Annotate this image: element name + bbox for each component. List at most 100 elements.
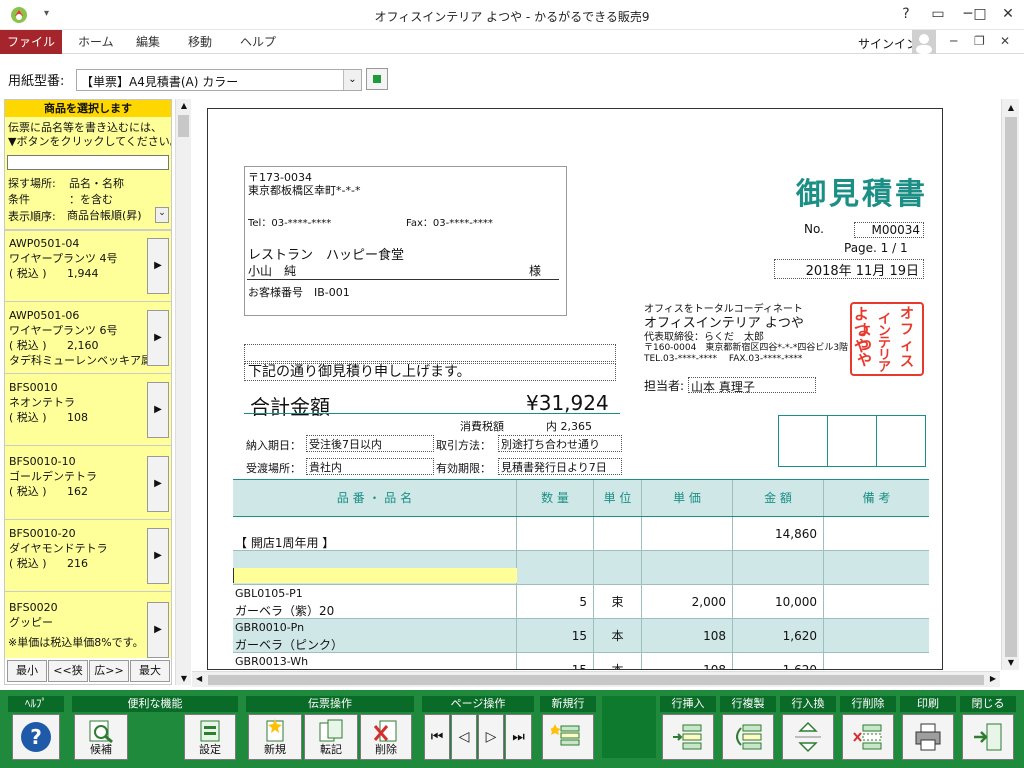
scroll-down-icon[interactable]: ▼: [1002, 658, 1020, 667]
panel-scrollbar[interactable]: ▲ ▼: [175, 99, 191, 685]
apply-button[interactable]: [366, 68, 388, 90]
form-type-select[interactable]: 【単票】A4見積書(A) カラー ⌄: [76, 69, 362, 91]
insert-arrow-button[interactable]: ▶: [147, 602, 169, 658]
cell-note[interactable]: [824, 619, 929, 652]
avatar[interactable]: [912, 30, 936, 54]
validity-value[interactable]: 見積書発行日より7日: [498, 458, 622, 475]
scroll-thumb[interactable]: [208, 675, 984, 685]
last-page-button[interactable]: ⏭: [505, 714, 532, 760]
nav-max-button[interactable]: 最大: [130, 660, 170, 682]
cell-note[interactable]: [824, 585, 929, 618]
approval-box-3[interactable]: [877, 416, 926, 466]
ribbon-display-icon[interactable]: ▭: [926, 4, 950, 24]
duplicate-row-button[interactable]: [722, 714, 774, 760]
cell-note[interactable]: [824, 551, 929, 584]
ribbon-close-icon[interactable]: ✕: [1000, 34, 1010, 48]
cell-name[interactable]: GBL0105-P1 ガーベラ（紫）20: [233, 585, 517, 618]
cell-qty[interactable]: 15: [517, 653, 594, 669]
product-item[interactable]: BFS0010-20 ダイヤモンドテトラ ( 税込 ) 216 ▶: [5, 522, 171, 592]
signin-link[interactable]: サインイン: [858, 35, 918, 52]
chevron-down-icon[interactable]: ⌄: [155, 207, 169, 223]
cell-name[interactable]: 【 開店1周年用 】: [233, 517, 517, 550]
staff-value[interactable]: 山本 真理子: [688, 377, 816, 394]
delete-slip-button[interactable]: 削除: [360, 714, 412, 760]
swap-row-button[interactable]: [782, 714, 834, 760]
nav-narrow-button[interactable]: <<狭: [48, 660, 88, 682]
tab-home[interactable]: ホーム: [66, 30, 126, 54]
tab-file[interactable]: ファイル: [0, 30, 62, 54]
cell-qty[interactable]: 5: [517, 585, 594, 618]
cell-unit[interactable]: [594, 551, 642, 584]
sort-order-select[interactable]: 商品台帳順(昇) ⌄: [67, 207, 169, 223]
ribbon-minimize-icon[interactable]: ─: [950, 34, 957, 48]
doc-date[interactable]: 2018年 11月 19日: [774, 259, 924, 279]
print-button[interactable]: [902, 714, 954, 760]
cell-price[interactable]: 108: [642, 653, 733, 669]
cell-qty[interactable]: [517, 517, 594, 550]
delivery-place-value[interactable]: 貴社内: [306, 458, 434, 475]
cell-price[interactable]: 108: [642, 619, 733, 652]
scroll-left-icon[interactable]: ◀: [196, 674, 202, 683]
table-row[interactable]: GBL0105-P1 ガーベラ（紫）20 5 束 2,000 10,000: [233, 585, 929, 619]
active-input-highlight[interactable]: [233, 568, 517, 583]
cell-amount[interactable]: 1,620: [733, 653, 824, 669]
ribbon-restore-icon[interactable]: ❐: [974, 34, 985, 48]
condition-value[interactable]: ：を含む: [69, 191, 113, 207]
help-toolbar-button[interactable]: ?: [12, 714, 60, 760]
cell-amount[interactable]: 1,620: [733, 619, 824, 652]
delete-row-button[interactable]: [842, 714, 894, 760]
settings-button[interactable]: 設定: [184, 714, 236, 760]
prev-page-button[interactable]: ◁: [451, 714, 477, 760]
cell-price[interactable]: 2,000: [642, 585, 733, 618]
help-button[interactable]: ?: [894, 4, 918, 24]
scroll-thumb[interactable]: [1005, 117, 1017, 657]
tab-move[interactable]: 移動: [176, 30, 224, 54]
product-item[interactable]: BFS0020 グッピー ▶: [5, 596, 171, 666]
scroll-down-icon[interactable]: ▼: [176, 674, 192, 683]
candidate-button[interactable]: 候補: [74, 714, 128, 760]
insert-arrow-button[interactable]: ▶: [147, 238, 169, 294]
cell-unit[interactable]: 束: [594, 585, 642, 618]
table-row[interactable]: GBR0013-Wh 15 本 108 1,620: [233, 653, 929, 669]
close-app-button[interactable]: [962, 714, 1014, 760]
product-item[interactable]: AWP0501-06 ワイヤープランツ 6号 ( 税込 ) 2,160 タデ科ミューレン…: [5, 304, 171, 374]
close-button[interactable]: ✕: [996, 4, 1020, 24]
search-input[interactable]: [7, 155, 169, 170]
restore-icon[interactable]: □: [968, 4, 992, 24]
approval-box-1[interactable]: [779, 416, 828, 466]
insert-arrow-button[interactable]: ▶: [147, 310, 169, 366]
cell-name[interactable]: [233, 551, 517, 584]
transfer-button[interactable]: 転記: [304, 714, 358, 760]
tab-edit[interactable]: 編集: [124, 30, 172, 54]
doc-no-value[interactable]: M00034: [854, 222, 924, 238]
cell-unit[interactable]: 本: [594, 619, 642, 652]
nav-wide-button[interactable]: 広>>: [89, 660, 129, 682]
product-item[interactable]: BFS0010-10 ゴールデンテトラ ( 税込 ) 162 ▶: [5, 450, 171, 520]
first-page-button[interactable]: ⏮: [424, 714, 450, 760]
new-slip-button[interactable]: 新規: [248, 714, 302, 760]
doc-scrollbar-vertical[interactable]: ▲ ▼: [1001, 99, 1019, 670]
cell-price[interactable]: [642, 517, 733, 550]
cell-amount[interactable]: [733, 551, 824, 584]
table-row[interactable]: 【 開店1周年用 】 14,860: [233, 517, 929, 551]
insert-arrow-button[interactable]: ▶: [147, 456, 169, 512]
insert-arrow-button[interactable]: ▶: [147, 382, 169, 438]
delivery-date-value[interactable]: 受注後7日以内: [306, 435, 434, 452]
payment-value[interactable]: 別途打ち合わせ通り: [498, 435, 622, 452]
cell-qty[interactable]: 15: [517, 619, 594, 652]
product-item[interactable]: AWP0501-04 ワイヤープランツ 4号 ( 税込 ) 1,944 ▶: [5, 232, 171, 302]
table-row[interactable]: [233, 551, 929, 585]
cell-note[interactable]: [824, 517, 929, 550]
scroll-thumb[interactable]: [178, 115, 189, 137]
cell-unit[interactable]: [594, 517, 642, 550]
cell-price[interactable]: [642, 551, 733, 584]
table-row[interactable]: GBR0010-Pn ガーベラ（ピンク） 15 本 108 1,620: [233, 619, 929, 653]
tab-help[interactable]: ヘルプ: [228, 30, 288, 54]
cell-qty[interactable]: [517, 551, 594, 584]
insert-arrow-button[interactable]: ▶: [147, 528, 169, 584]
new-row-button[interactable]: [542, 714, 594, 760]
cell-name[interactable]: GBR0013-Wh: [233, 653, 517, 669]
chevron-down-icon[interactable]: ⌄: [343, 70, 361, 90]
cell-amount[interactable]: 10,000: [733, 585, 824, 618]
next-page-button[interactable]: ▷: [478, 714, 504, 760]
